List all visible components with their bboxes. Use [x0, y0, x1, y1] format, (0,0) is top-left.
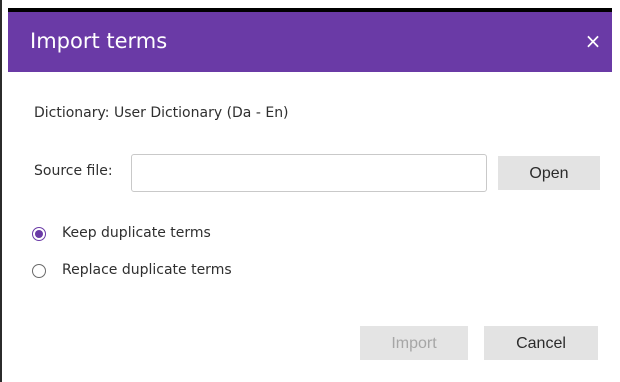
- replace-duplicates-radio[interactable]: [32, 264, 46, 278]
- source-file-input[interactable]: [131, 154, 487, 192]
- import-button[interactable]: Import: [360, 326, 468, 360]
- cancel-button[interactable]: Cancel: [484, 326, 598, 360]
- open-button[interactable]: Open: [498, 156, 600, 190]
- dialog-title: Import terms: [30, 29, 168, 53]
- close-icon[interactable]: ×: [580, 28, 606, 54]
- dialog-title-bar: Import terms ×: [8, 8, 612, 72]
- keep-duplicates-label: Keep duplicate terms: [62, 225, 211, 241]
- dictionary-label: Dictionary: User Dictionary (Da - En): [34, 105, 289, 121]
- keep-duplicates-radio[interactable]: [32, 227, 46, 241]
- source-file-label: Source file:: [34, 163, 113, 179]
- replace-duplicates-label: Replace duplicate terms: [62, 262, 232, 278]
- import-terms-dialog: Import terms × Dictionary: User Dictiona…: [0, 0, 620, 382]
